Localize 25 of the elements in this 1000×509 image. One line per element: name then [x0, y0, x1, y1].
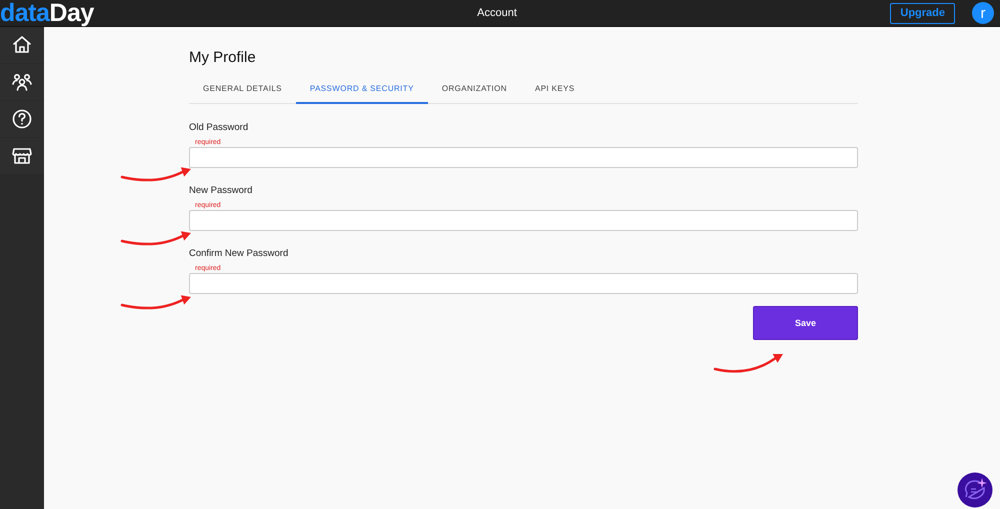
- password-field[interactable]: [189, 147, 858, 168]
- field-label: Confirm New Password: [189, 248, 290, 259]
- annotation-arrow: [120, 167, 191, 182]
- upgrade-button[interactable]: Upgrade: [890, 2, 955, 24]
- tab[interactable]: PASSWORD & SECURITY: [296, 81, 428, 104]
- chat-assistant-icon[interactable]: [957, 472, 993, 508]
- tab[interactable]: ORGANIZATION: [428, 81, 521, 104]
- help-icon[interactable]: [11, 108, 33, 130]
- annotation-arrow: [120, 231, 191, 246]
- people-icon[interactable]: [11, 71, 33, 93]
- tab[interactable]: API KEYS: [520, 81, 589, 104]
- field-label: Old Password: [189, 122, 250, 133]
- logo: dataDay: [0, 0, 95, 26]
- annotation-arrow: [714, 354, 783, 373]
- home-icon[interactable]: [11, 34, 33, 56]
- store-icon[interactable]: [11, 145, 33, 167]
- page-title: Account: [476, 7, 518, 19]
- password-field[interactable]: [189, 273, 858, 294]
- profile-heading: My Profile: [189, 49, 257, 66]
- field-label: New Password: [189, 185, 254, 196]
- tab[interactable]: GENERAL DETAILS: [189, 81, 296, 104]
- annotation-arrow: [120, 295, 191, 310]
- user-avatar[interactable]: r: [972, 2, 994, 24]
- password-field[interactable]: [189, 210, 858, 231]
- save-button[interactable]: Save: [753, 306, 858, 340]
